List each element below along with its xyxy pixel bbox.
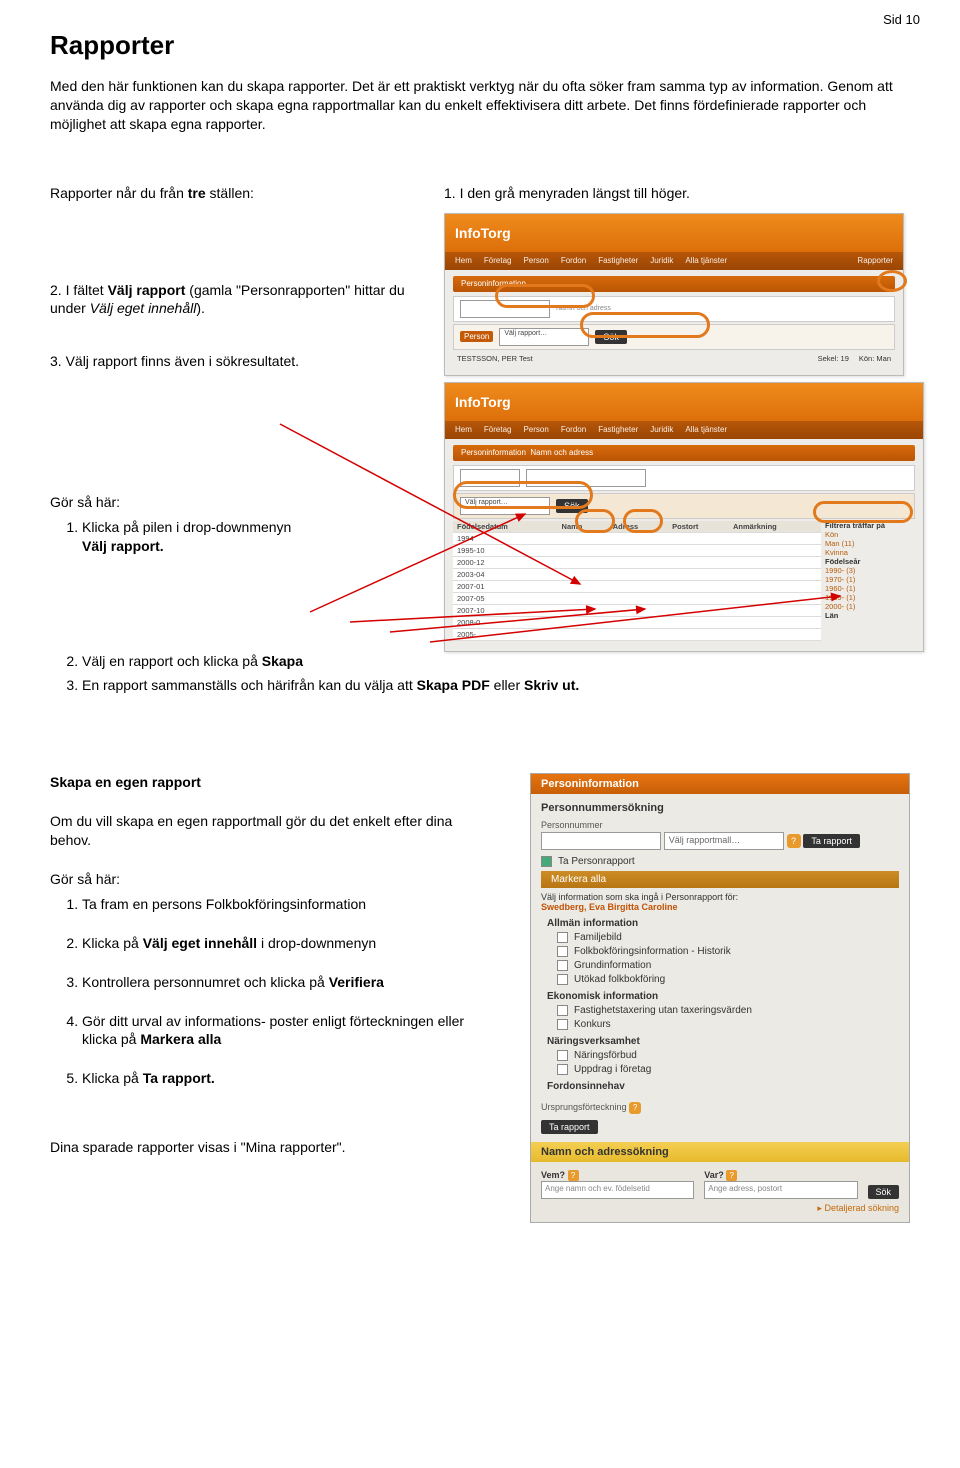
own-step-5: Klicka på Ta rapport. <box>82 1069 490 1088</box>
screenshot-2: InfoTorg HemFöretag PersonFordon Fastigh… <box>444 382 924 652</box>
brand-logo-2: InfoTorg <box>455 394 511 410</box>
page-number: Sid 10 <box>883 12 920 27</box>
help-icon: ? <box>787 834 801 848</box>
own-report-intro: Om du vill skapa en egen rapportmall gör… <box>50 812 490 850</box>
help-icon: ? <box>726 1170 737 1181</box>
page-title: Rapporter <box>50 30 910 61</box>
own-step-4: Gör ditt urval av informations- poster e… <box>82 1012 490 1050</box>
shot1-nav: HemFöretag PersonFordon FastigheterJurid… <box>445 252 903 270</box>
intro-text: Med den här funktionen kan du skapa rapp… <box>50 77 910 134</box>
ta-rapport-button[interactable]: Ta rapport <box>803 834 860 848</box>
point-2: 2. I fältet Välj rapport (gamla "Personr… <box>50 281 420 319</box>
ta-rapport-button-2[interactable]: Ta rapport <box>541 1120 598 1134</box>
how-header-1: Gör så här: <box>50 493 420 512</box>
own-step-1: Ta fram en persons Folkbokföringsinforma… <box>82 895 490 914</box>
help-icon: ? <box>568 1170 579 1181</box>
screenshot-3: Personinformation Personnummersökning Pe… <box>530 773 910 1223</box>
how-header-2: Gör så här: <box>50 870 490 889</box>
shot2-nav: HemFöretag PersonFordon FastigheterJurid… <box>445 421 923 439</box>
footer-line: Dina sparade rapporter visas i "Mina rap… <box>50 1138 490 1157</box>
own-report-header: Skapa en egen rapport <box>50 773 490 792</box>
brand-logo: InfoTorg <box>455 225 511 241</box>
own-step-3: Kontrollera personnumret och klicka på V… <box>82 973 490 992</box>
how-step-2: Välj en rapport och klicka på Skapa <box>82 652 910 671</box>
sok-button[interactable]: Sök <box>868 1185 900 1199</box>
point-3: 3. Välj rapport finns även i sökresultat… <box>50 352 420 371</box>
screenshot-1: InfoTorg HemFöretag PersonFordon Fastigh… <box>444 213 904 376</box>
own-step-2: Klicka på Välj eget innehåll i drop-down… <box>82 934 490 953</box>
how-step-1: Klicka på pilen i drop-downmenyn Välj ra… <box>82 518 420 556</box>
how-step-3: En rapport sammanställs och härifrån kan… <box>82 676 910 695</box>
expand-icon: ▸ <box>817 1203 822 1213</box>
reach-answer: 1. I den grå menyraden längst till höger… <box>444 184 924 203</box>
reach-line: Rapporter når du från tre ställen: <box>50 184 420 203</box>
help-icon: ? <box>629 1102 641 1114</box>
